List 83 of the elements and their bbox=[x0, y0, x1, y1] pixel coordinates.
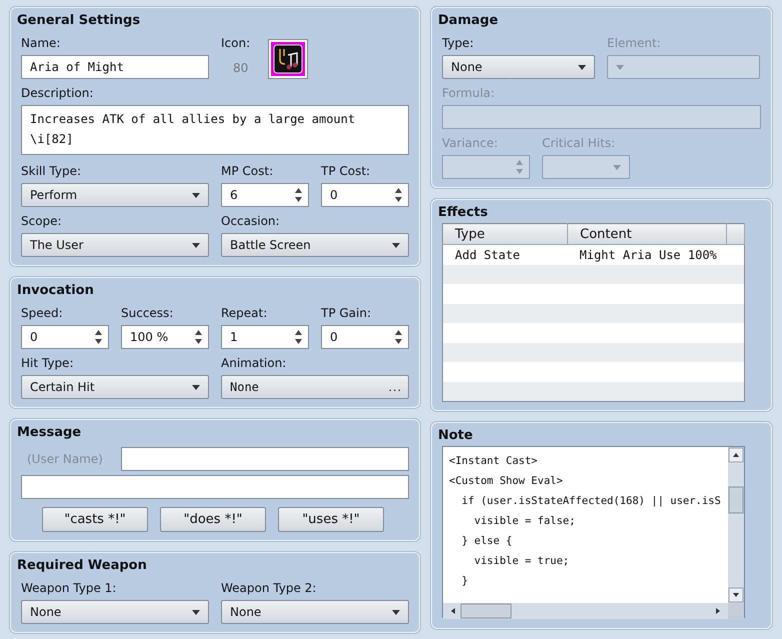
code-line: <Instant Cast> bbox=[449, 454, 538, 469]
panel-title: Effects bbox=[438, 204, 488, 222]
field-label: Skill Type: bbox=[21, 163, 81, 180]
field-label: Occasion: bbox=[221, 213, 280, 230]
code-line: if (user.isStateAffected(168) || user.isS bbox=[460, 494, 721, 509]
dropdown-caret-icon bbox=[192, 610, 200, 614]
message-field[interactable] bbox=[121, 447, 409, 471]
name-field[interactable]: Aria of Might bbox=[21, 55, 209, 79]
code-line: <Custom Show Eval> bbox=[449, 474, 563, 489]
dropdown-caret-icon bbox=[192, 192, 200, 198]
dropdown[interactable]: None bbox=[221, 600, 409, 624]
horizontal-scrollbar[interactable] bbox=[443, 603, 728, 619]
number-spinner[interactable]: 0 bbox=[321, 325, 409, 349]
number-spinner[interactable]: 0 bbox=[321, 183, 409, 207]
message-preset-button[interactable]: "casts *!" bbox=[42, 507, 148, 532]
column-header[interactable]: Type bbox=[442, 224, 568, 244]
panel-title: Damage bbox=[438, 12, 498, 30]
dropdown[interactable]: None bbox=[442, 55, 595, 79]
code-line: } bbox=[460, 574, 468, 589]
dropdown[interactable]: Perform bbox=[21, 183, 209, 207]
dropdown-caret-icon bbox=[392, 610, 400, 614]
field-label: TP Gain: bbox=[321, 305, 372, 322]
animation-picker[interactable]: None ... bbox=[221, 375, 409, 399]
table-cell: Add State bbox=[442, 244, 568, 264]
dropdown[interactable]: None bbox=[21, 600, 209, 624]
spin-arrows-icon[interactable] bbox=[195, 330, 202, 344]
dropdown-caret-icon bbox=[578, 64, 586, 70]
field-label: Repeat: bbox=[221, 305, 268, 322]
spin-arrows-icon[interactable] bbox=[395, 188, 402, 202]
scrollbar-corner bbox=[728, 603, 744, 619]
user-name-label: (User Name) bbox=[26, 452, 104, 466]
field-label: Weapon Type 2: bbox=[221, 580, 316, 597]
field-label: Type: bbox=[442, 35, 474, 52]
number-spinner[interactable]: 6 bbox=[221, 183, 309, 207]
column-header[interactable]: Content bbox=[568, 224, 726, 244]
number-spinner[interactable]: 1 bbox=[221, 325, 309, 349]
message-field[interactable] bbox=[21, 475, 409, 499]
dropdown[interactable]: Certain Hit bbox=[21, 375, 209, 399]
field-label: Element: bbox=[607, 35, 661, 52]
panel-title: Required Weapon bbox=[17, 557, 147, 575]
field-label: Hit Type: bbox=[21, 355, 74, 372]
code-line: } else { bbox=[460, 534, 512, 549]
spin-arrows-icon[interactable] bbox=[395, 330, 402, 344]
spin-arrows-icon[interactable] bbox=[95, 330, 102, 344]
field-label: Icon: bbox=[221, 35, 250, 52]
table-cell: Might Aria Use 100% bbox=[568, 244, 744, 264]
dropdown-caret-icon bbox=[392, 242, 400, 248]
vertical-scrollbar[interactable] bbox=[728, 447, 744, 603]
dropdown-caret-icon bbox=[616, 64, 624, 70]
field-label: Scope: bbox=[21, 213, 62, 230]
panel-title: Invocation bbox=[17, 282, 94, 300]
field-label: Speed: bbox=[21, 305, 63, 322]
panel-title: Note bbox=[438, 427, 474, 445]
field-label: Weapon Type 1: bbox=[21, 580, 116, 597]
code-line: visible = false; bbox=[473, 514, 576, 529]
panel-title: General Settings bbox=[17, 12, 140, 30]
field-label: Critical Hits: bbox=[542, 135, 616, 152]
panel-title: Message bbox=[17, 424, 82, 442]
message-preset-button[interactable]: "uses *!" bbox=[278, 507, 384, 532]
dropdown[interactable]: The User bbox=[21, 233, 209, 257]
icon-index: 80 bbox=[232, 60, 250, 75]
spin-arrows-icon[interactable] bbox=[295, 330, 302, 344]
dropdown-caret-icon bbox=[613, 164, 621, 170]
dropdown-caret-icon bbox=[192, 384, 200, 390]
music-notes-icon bbox=[271, 42, 306, 76]
field-label: Description: bbox=[21, 85, 94, 102]
number-spinner[interactable]: 100 % bbox=[121, 325, 209, 349]
field-label: Name: bbox=[21, 35, 60, 52]
number-spinner[interactable]: 0 bbox=[21, 325, 109, 349]
dropdown[interactable]: Battle Screen bbox=[221, 233, 409, 257]
dropdown-caret-icon bbox=[192, 242, 200, 248]
code-line: visible = true; bbox=[473, 554, 570, 569]
note-field[interactable]: <Instant Cast> <Custom Show Eval> if (user.isStateAffected(168) || user.isS visible = false; } else { visible = true; } bbox=[442, 446, 745, 618]
field-label: TP Cost: bbox=[321, 163, 370, 180]
field-label: MP Cost: bbox=[221, 163, 274, 180]
description-field[interactable]: Increases ATK of all allies by a large amount \i[82] bbox=[21, 105, 409, 155]
field-label: Formula: bbox=[442, 85, 495, 102]
skill-icon-button[interactable] bbox=[268, 39, 308, 79]
field-label: Animation: bbox=[221, 355, 286, 372]
field-label: Variance: bbox=[442, 135, 498, 152]
field-label: Success: bbox=[121, 305, 174, 322]
spin-arrows-icon[interactable] bbox=[295, 188, 302, 202]
message-preset-button[interactable]: "does *!" bbox=[160, 507, 266, 532]
